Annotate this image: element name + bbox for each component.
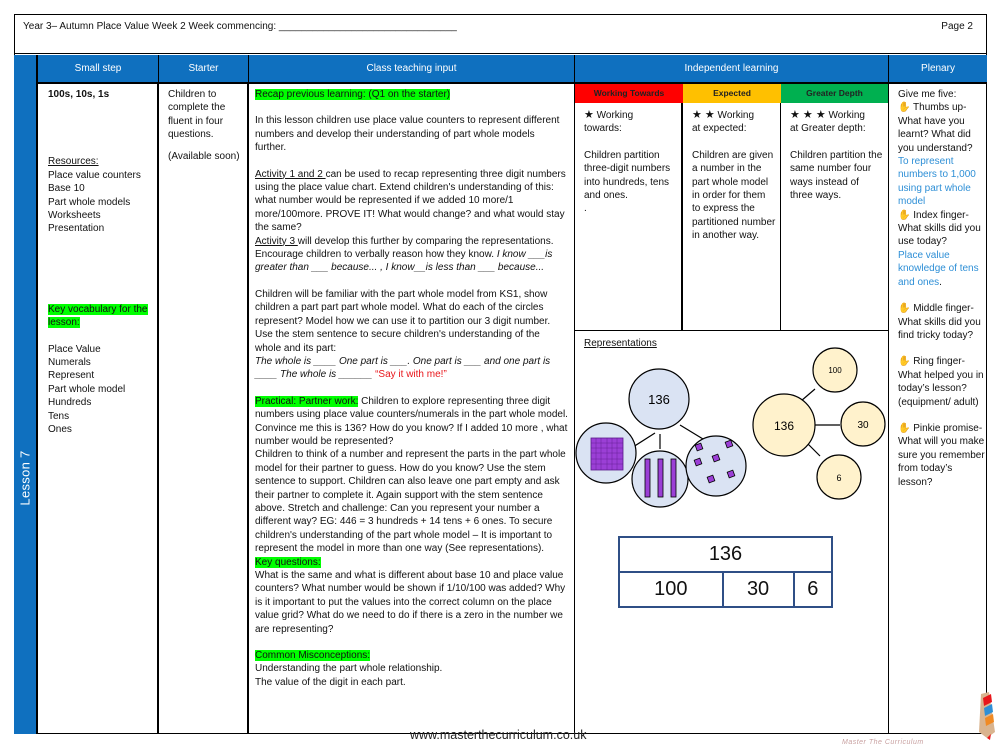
band-expected: Expected [683,84,781,103]
misconceptions-heading: Common Misconceptions: [255,650,371,662]
vocab-item: Hundreds [48,397,92,409]
lesson-label: Lesson 7 [17,450,33,506]
ten-rods-icon [644,458,677,498]
footer-url[interactable]: www.masterthecurriculum.co.uk [410,728,586,742]
hand-icon: ✋ [898,102,911,114]
plenary-item-thumbs: ✋ Thumbs up- What have you learnt? What … [898,102,973,154]
vocab-item: Numerals [48,357,91,369]
bar-model-part: 6 [792,571,834,608]
partner-work-text: Children to think of a number and repres… [255,449,566,555]
band-working-towards: Working Towards [575,84,683,103]
starter-note: (Available soon) [168,150,240,162]
vocab-item: Place Value [48,343,101,355]
bar-model-part: 100 [618,571,724,608]
practical-section: Practical: Partner work: Children to exp… [255,395,568,447]
star-icon: ★ [584,109,594,121]
column-header-row: Small step Starter Class teaching input … [36,55,987,84]
vocab-heading: Key vocabulary for the lesson: [48,303,148,329]
header-small-step: Small step [36,55,159,82]
plenary-intro: Give me five: [898,89,957,100]
page-number: Page 2 [941,21,973,32]
part-value: 100 [828,366,842,375]
star-icon: ★ ★ [692,109,715,121]
hand-icon: ✋ [898,209,911,221]
part-value: 6 [836,473,841,483]
resources-heading: Resources: [48,156,99,168]
connector-line [679,424,704,440]
plenary-answer: To represent numbers to 1,000 using part… [898,156,976,208]
plenary-item-pinkie: ✋ Pinkie promise- What will you make sur… [898,422,985,488]
independent-learning-column: Working Towards Expected Greater Depth ★… [575,84,889,734]
activity-1-2: Activity 1 and 2 can be used to recap re… [255,168,566,234]
plenary-answer: Place value knowledge of tens and ones. [898,249,979,288]
resource-item: Worksheets [48,210,101,222]
logo-text: Master The Curriculum [842,739,924,746]
stem-sentence: The whole is ____ One part is ___. One p… [255,355,551,381]
class-teaching-column: Recap previous learning: (Q1 on the star… [249,84,575,734]
resource-item: Base 10 [48,183,85,195]
header-plenary: Plenary [921,63,955,74]
resource-item: Part whole models [48,196,131,208]
bar-model-part: 30 [721,571,795,608]
lesson-intro: In this lesson children use place value … [255,115,560,154]
connector-line [632,432,656,448]
vocab-item: Ones [48,424,72,436]
lesson-strip [14,55,36,734]
starter-text: Children to complete the fluent in four … [168,89,226,141]
expected-cell: ★ ★ Working at expected: Children are gi… [683,103,781,330]
bar-model-whole: 136 [618,536,833,573]
plenary-item-ring: ✋ Ring finger- What helped you in today’… [898,356,984,408]
title-bar: Year 3– Autumn Place Value Week 2 Week c… [14,14,987,54]
misconception-item: Understanding the part whole relationshi… [255,663,443,675]
plenary-item-middle: ✋ Middle finger- What skills did you fin… [898,303,981,341]
greater-depth-text: Children partition the same number four … [790,149,883,202]
hundred-flat-icon [590,437,624,471]
working-towards-text: Children partition three-digit numbers i… [584,149,671,202]
say-it-with-me: “Say it with me!” [375,369,447,381]
vocab-item: Represent [48,370,95,382]
connector-line [806,442,821,457]
header-class-teaching: Class teaching input [249,55,575,82]
pencil-logo-icon [979,692,995,740]
starter-column: Children to complete the fluent in four … [159,84,249,734]
key-questions-heading: Key questions: [255,556,321,568]
plenary-column: Give me five: ✋ Thumbs up- What have you… [889,84,987,734]
connector-line [800,388,816,402]
vocab-item: Tens [48,410,70,422]
small-step-column: 100s, 10s, 1s Resources: Place value cou… [36,84,159,734]
recap-heading: Recap previous learning: (Q1 on the star… [255,89,451,100]
small-step-title: 100s, 10s, 1s [48,89,110,100]
vocab-item: Part whole model [48,383,126,395]
whole-value-b: 136 [774,419,794,433]
representations-box: Representations 136 136 100 30 6 136 100… [575,330,888,734]
band-greater-depth: Greater Depth [781,84,888,103]
bar-model-table: 136 100 30 6 [618,536,834,608]
star-icon: ★ ★ ★ [790,109,826,121]
part-whole-intro: Children will be familiar with the part … [255,288,551,354]
part-whole-models: 136 136 100 30 6 [575,347,886,508]
hand-icon: ✋ [898,356,911,368]
hand-icon: ✋ [898,303,911,315]
resource-item: Presentation [48,223,105,235]
greater-depth-cell: ★ ★ ★ Working at Greater depth: Children… [790,109,883,202]
plenary-item-index: ✋ Index finger- What skills did you use … [898,209,981,248]
expected-text: Children are given a number in the part … [692,149,776,242]
header-starter: Starter [159,55,249,82]
key-questions-text: What is the same and what is different a… [255,570,566,635]
document-title: Year 3– Autumn Place Value Week 2 Week c… [23,21,457,32]
hand-icon: ✋ [898,422,911,434]
misconception-item: The value of the digit in each part. [255,676,406,688]
part-value: 30 [857,420,869,431]
header-independent: Independent learning [575,55,889,82]
whole-value-a: 136 [648,392,670,407]
activity-3: Activity 3 will develop this further by … [255,235,554,274]
resource-item: Place value counters [48,169,141,181]
working-towards-cell: ★ Working towards: Children partition th… [575,103,683,330]
